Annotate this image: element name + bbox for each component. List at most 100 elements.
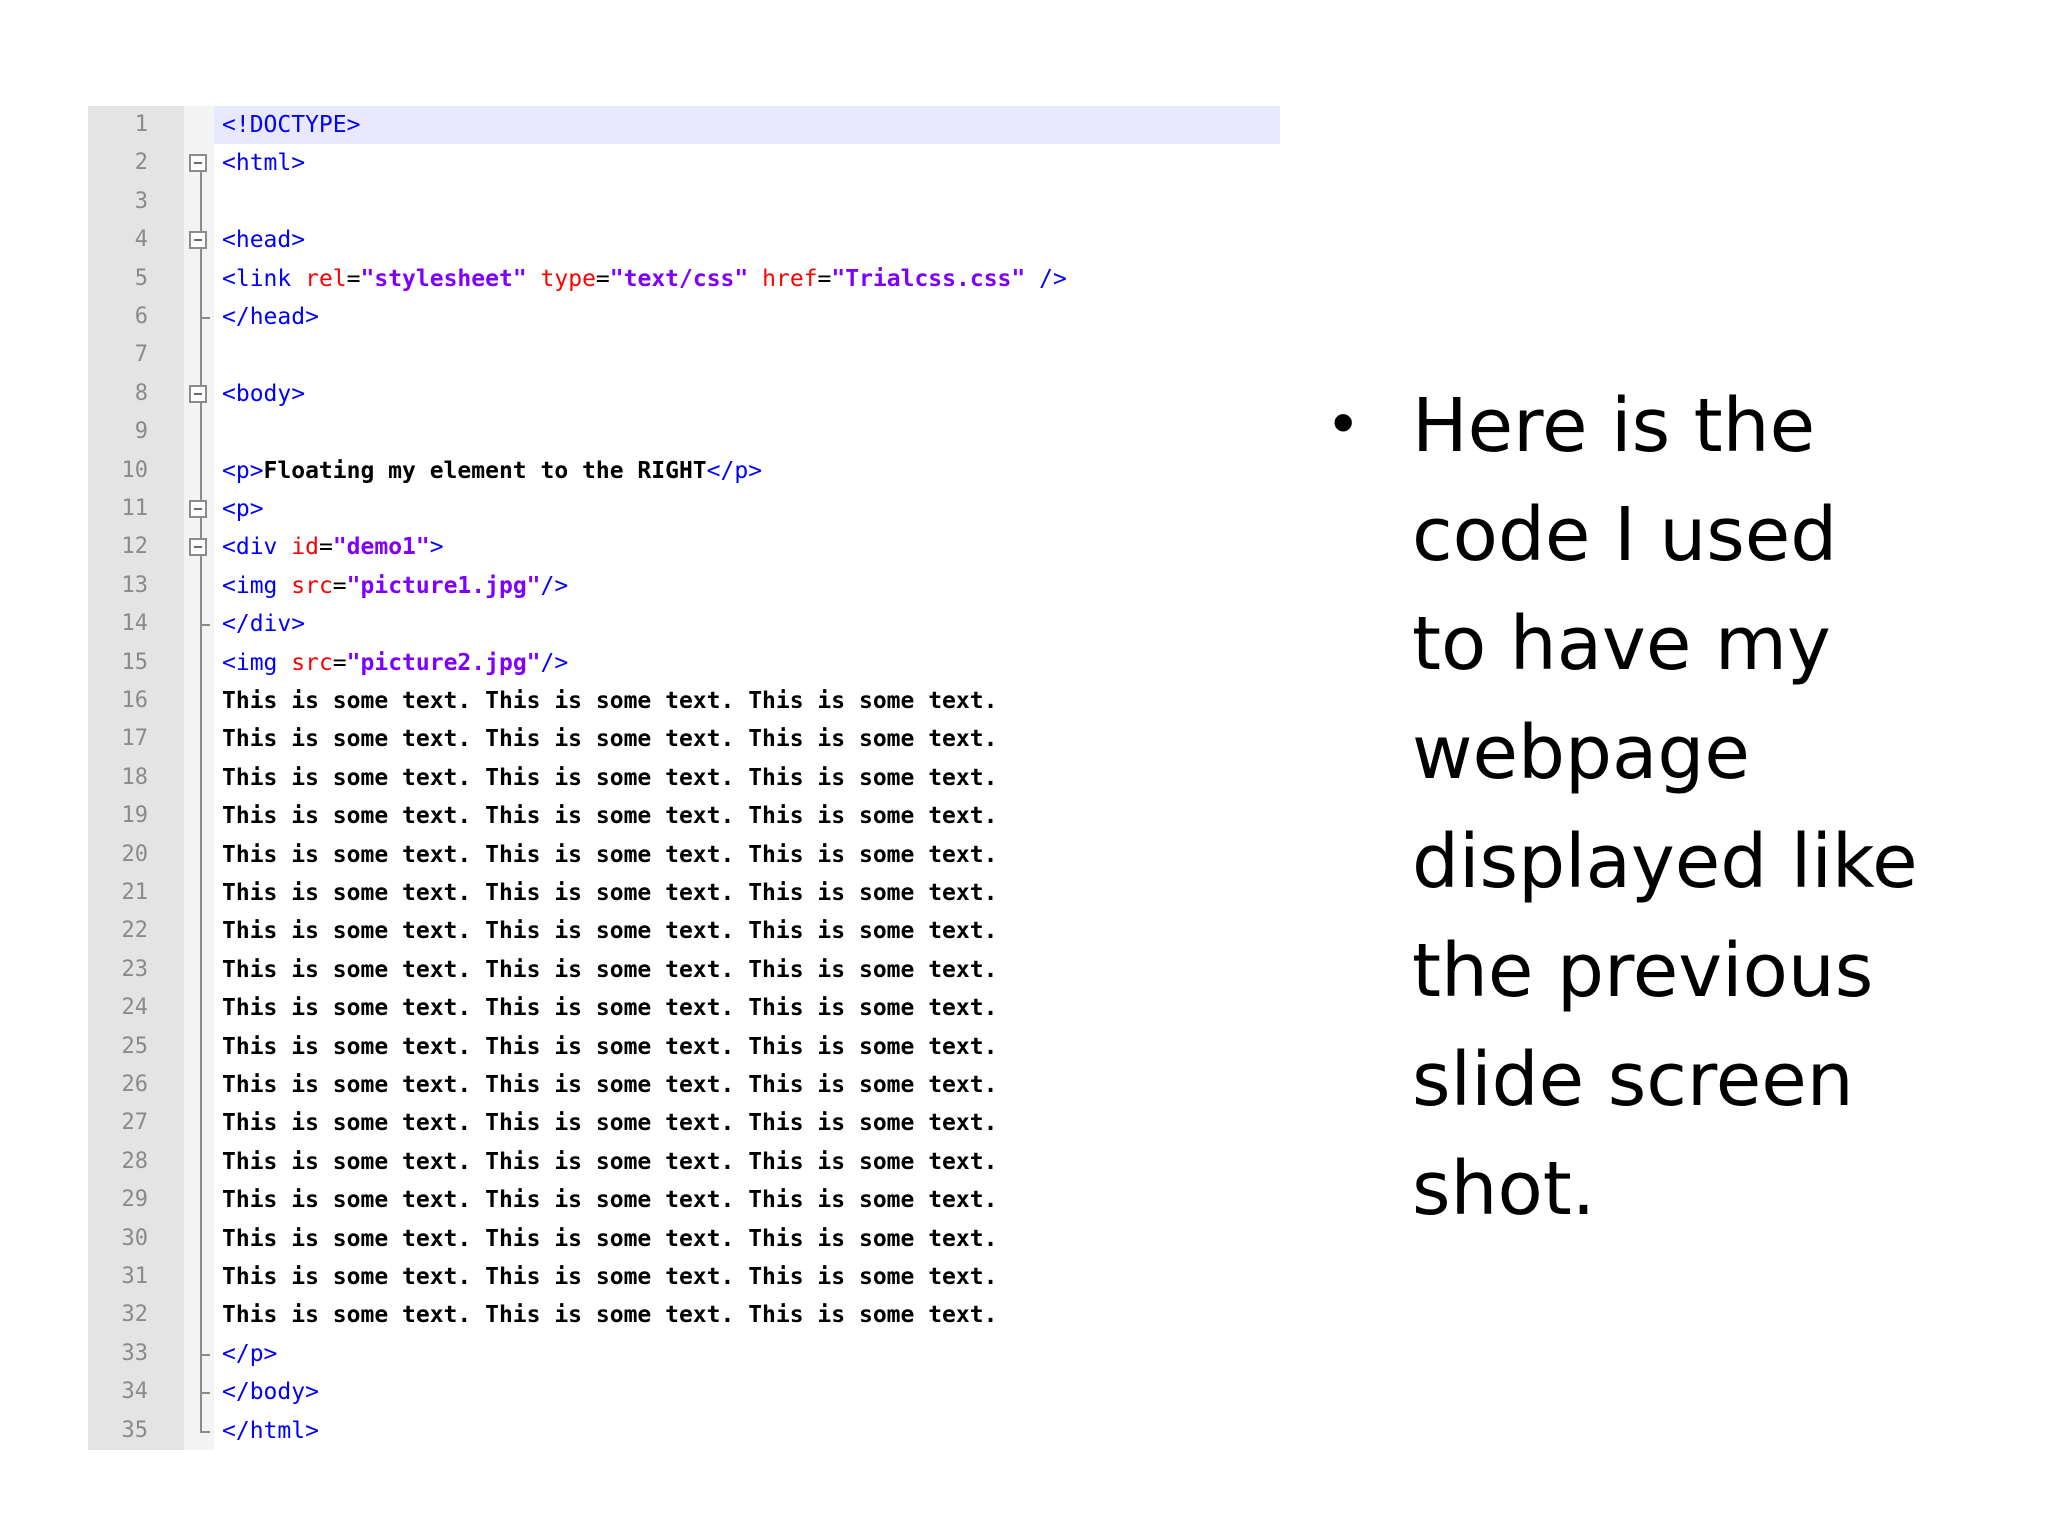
line-number: 27 [121, 1110, 149, 1136]
code-line: 5 <link rel="stylesheet" type="text/css" … [88, 260, 1280, 298]
slide: { "editor": { "current_line": 1, "lines"… [0, 0, 2048, 1536]
fold-end-icon [200, 1430, 210, 1433]
code-token-tag: <html> [222, 150, 306, 177]
line-number: 7 [134, 342, 148, 368]
code-token-text: This is some text. This is some text. Th… [222, 880, 998, 906]
code-text: <html> [214, 144, 1280, 182]
code-line: 11 <p> [88, 490, 1280, 528]
fold-end-icon [200, 624, 210, 627]
code-text: <body> [214, 375, 1280, 413]
code-token-val: "text/css" [609, 265, 749, 292]
line-number: 20 [121, 841, 149, 867]
code-token-val: "picture2.jpg" [346, 649, 541, 676]
code-line: 30 This is some text. This is some text. … [88, 1220, 1280, 1258]
line-number: 18 [121, 764, 149, 790]
code-token-tag: <!DOCTYPE> [222, 112, 361, 138]
code-token-text: This is some text. This is some text. Th… [222, 918, 998, 945]
line-number: 9 [134, 419, 148, 445]
line-number: 29 [121, 1187, 149, 1213]
code-token-tag: </html> [222, 1417, 319, 1444]
line-number: 28 [121, 1148, 149, 1174]
code-token-text: This is some text. This is some text. Th… [222, 841, 998, 868]
code-token-text: This is some text. This is some text. Th… [222, 803, 998, 830]
code-line: 13 <img src="picture1.jpg"/> [88, 567, 1280, 605]
line-number: 12 [121, 534, 149, 560]
code-line: 15 <img src="picture2.jpg"/> [88, 644, 1280, 682]
code-text: <p>Floating my element to the RIGHT</p> [214, 452, 1280, 490]
code-text: This is some text. This is some text. Th… [214, 720, 1280, 758]
code-token-plain: = [332, 649, 347, 676]
code-text: This is some text. This is some text. Th… [214, 682, 1280, 720]
code-line: 33 </p> [88, 1335, 1280, 1373]
code-line: 17 This is some text. This is some text. … [88, 720, 1280, 758]
code-token-tag: <body> [222, 380, 306, 407]
code-token-tag: <head> [222, 227, 306, 254]
code-token-val: "Trialcss.css" [831, 265, 1026, 292]
code-token-tag: </div> [222, 611, 306, 638]
code-text: This is some text. This is some text. Th… [214, 1028, 1280, 1066]
line-number: 34 [121, 1379, 149, 1405]
code-text: This is some text. This is some text. Th… [214, 1104, 1280, 1142]
line-number: 15 [121, 649, 149, 675]
code-token-tag: </head> [222, 304, 319, 330]
code-line: 4 <head> [88, 221, 1280, 259]
code-token-val: "stylesheet" [360, 265, 527, 292]
code-text: This is some text. This is some text. Th… [214, 989, 1280, 1027]
code-text: This is some text. This is some text. Th… [214, 836, 1280, 874]
fold-collapse-icon[interactable] [189, 231, 207, 250]
code-line: 18 This is some text. This is some text. … [88, 759, 1280, 797]
code-line: 3 [88, 183, 1280, 221]
fold-collapse-icon[interactable] [189, 384, 207, 403]
code-token-tag: /> [540, 572, 569, 599]
code-line: 34 </body> [88, 1373, 1280, 1411]
code-line: 1 <!DOCTYPE> [88, 106, 1280, 145]
code-token-text: This is some text. This is some text. Th… [222, 1033, 998, 1060]
line-number: 4 [134, 227, 148, 253]
fold-collapse-icon[interactable] [189, 154, 207, 173]
code-token-tag: <img [222, 649, 292, 676]
code-line: 10 <p>Floating my element to the RIGHT</p… [88, 452, 1280, 490]
code-token-tag: <img [222, 572, 292, 599]
code-line: 14 </div> [88, 605, 1280, 643]
code-token-tag: </p> [706, 457, 763, 484]
code-token-attr: id [291, 534, 319, 561]
code-text: </body> [214, 1373, 1280, 1411]
line-number: 25 [121, 1033, 149, 1059]
code-line: 26 This is some text. This is some text. … [88, 1066, 1280, 1104]
code-token-text: This is some text. This is some text. Th… [222, 1072, 998, 1098]
code-token-text: This is some text. This is some text. Th… [222, 1302, 998, 1329]
code-line: 23 This is some text. This is some text. … [88, 951, 1280, 989]
line-number: 21 [121, 880, 149, 905]
code-text: This is some text. This is some text. Th… [214, 759, 1280, 797]
code-text: This is some text. This is some text. Th… [214, 1143, 1280, 1181]
code-text: <!DOCTYPE> [214, 106, 1280, 145]
code-text: This is some text. This is some text. Th… [214, 797, 1280, 835]
bullet-text: Here is the code I used to have my webpa… [1412, 383, 1918, 1232]
fold-collapse-icon[interactable] [189, 500, 207, 518]
code-token-plain: = [595, 265, 610, 292]
code-token-attr: src [291, 649, 333, 676]
line-number: 23 [121, 956, 149, 982]
code-line: 24 This is some text. This is some text. … [88, 989, 1280, 1027]
code-token-plain: = [318, 534, 333, 561]
code-token-text: This is some text. This is some text. Th… [222, 726, 998, 753]
code-line: 9 [88, 413, 1280, 451]
code-token-val: "picture1.jpg" [346, 572, 541, 599]
code-token-text: This is some text. This is some text. Th… [222, 1225, 998, 1252]
line-number: 1 [134, 112, 148, 137]
code-line: 22 This is some text. This is some text. … [88, 912, 1280, 950]
code-line: 25 This is some text. This is some text. … [88, 1028, 1280, 1066]
code-text: <head> [214, 221, 1280, 259]
bullet-dot-icon: • [1332, 386, 1355, 458]
code-token-attr: type [540, 265, 596, 292]
code-token-val: "demo1" [332, 534, 430, 561]
line-number: 14 [121, 611, 149, 637]
line-number: 30 [121, 1225, 149, 1251]
fold-collapse-icon[interactable] [189, 538, 207, 557]
code-token-text: Floating my element to the RIGHT [263, 457, 707, 484]
code-token-tag: <div [222, 534, 292, 561]
code-token-text: This is some text. This is some text. Th… [222, 1110, 998, 1137]
